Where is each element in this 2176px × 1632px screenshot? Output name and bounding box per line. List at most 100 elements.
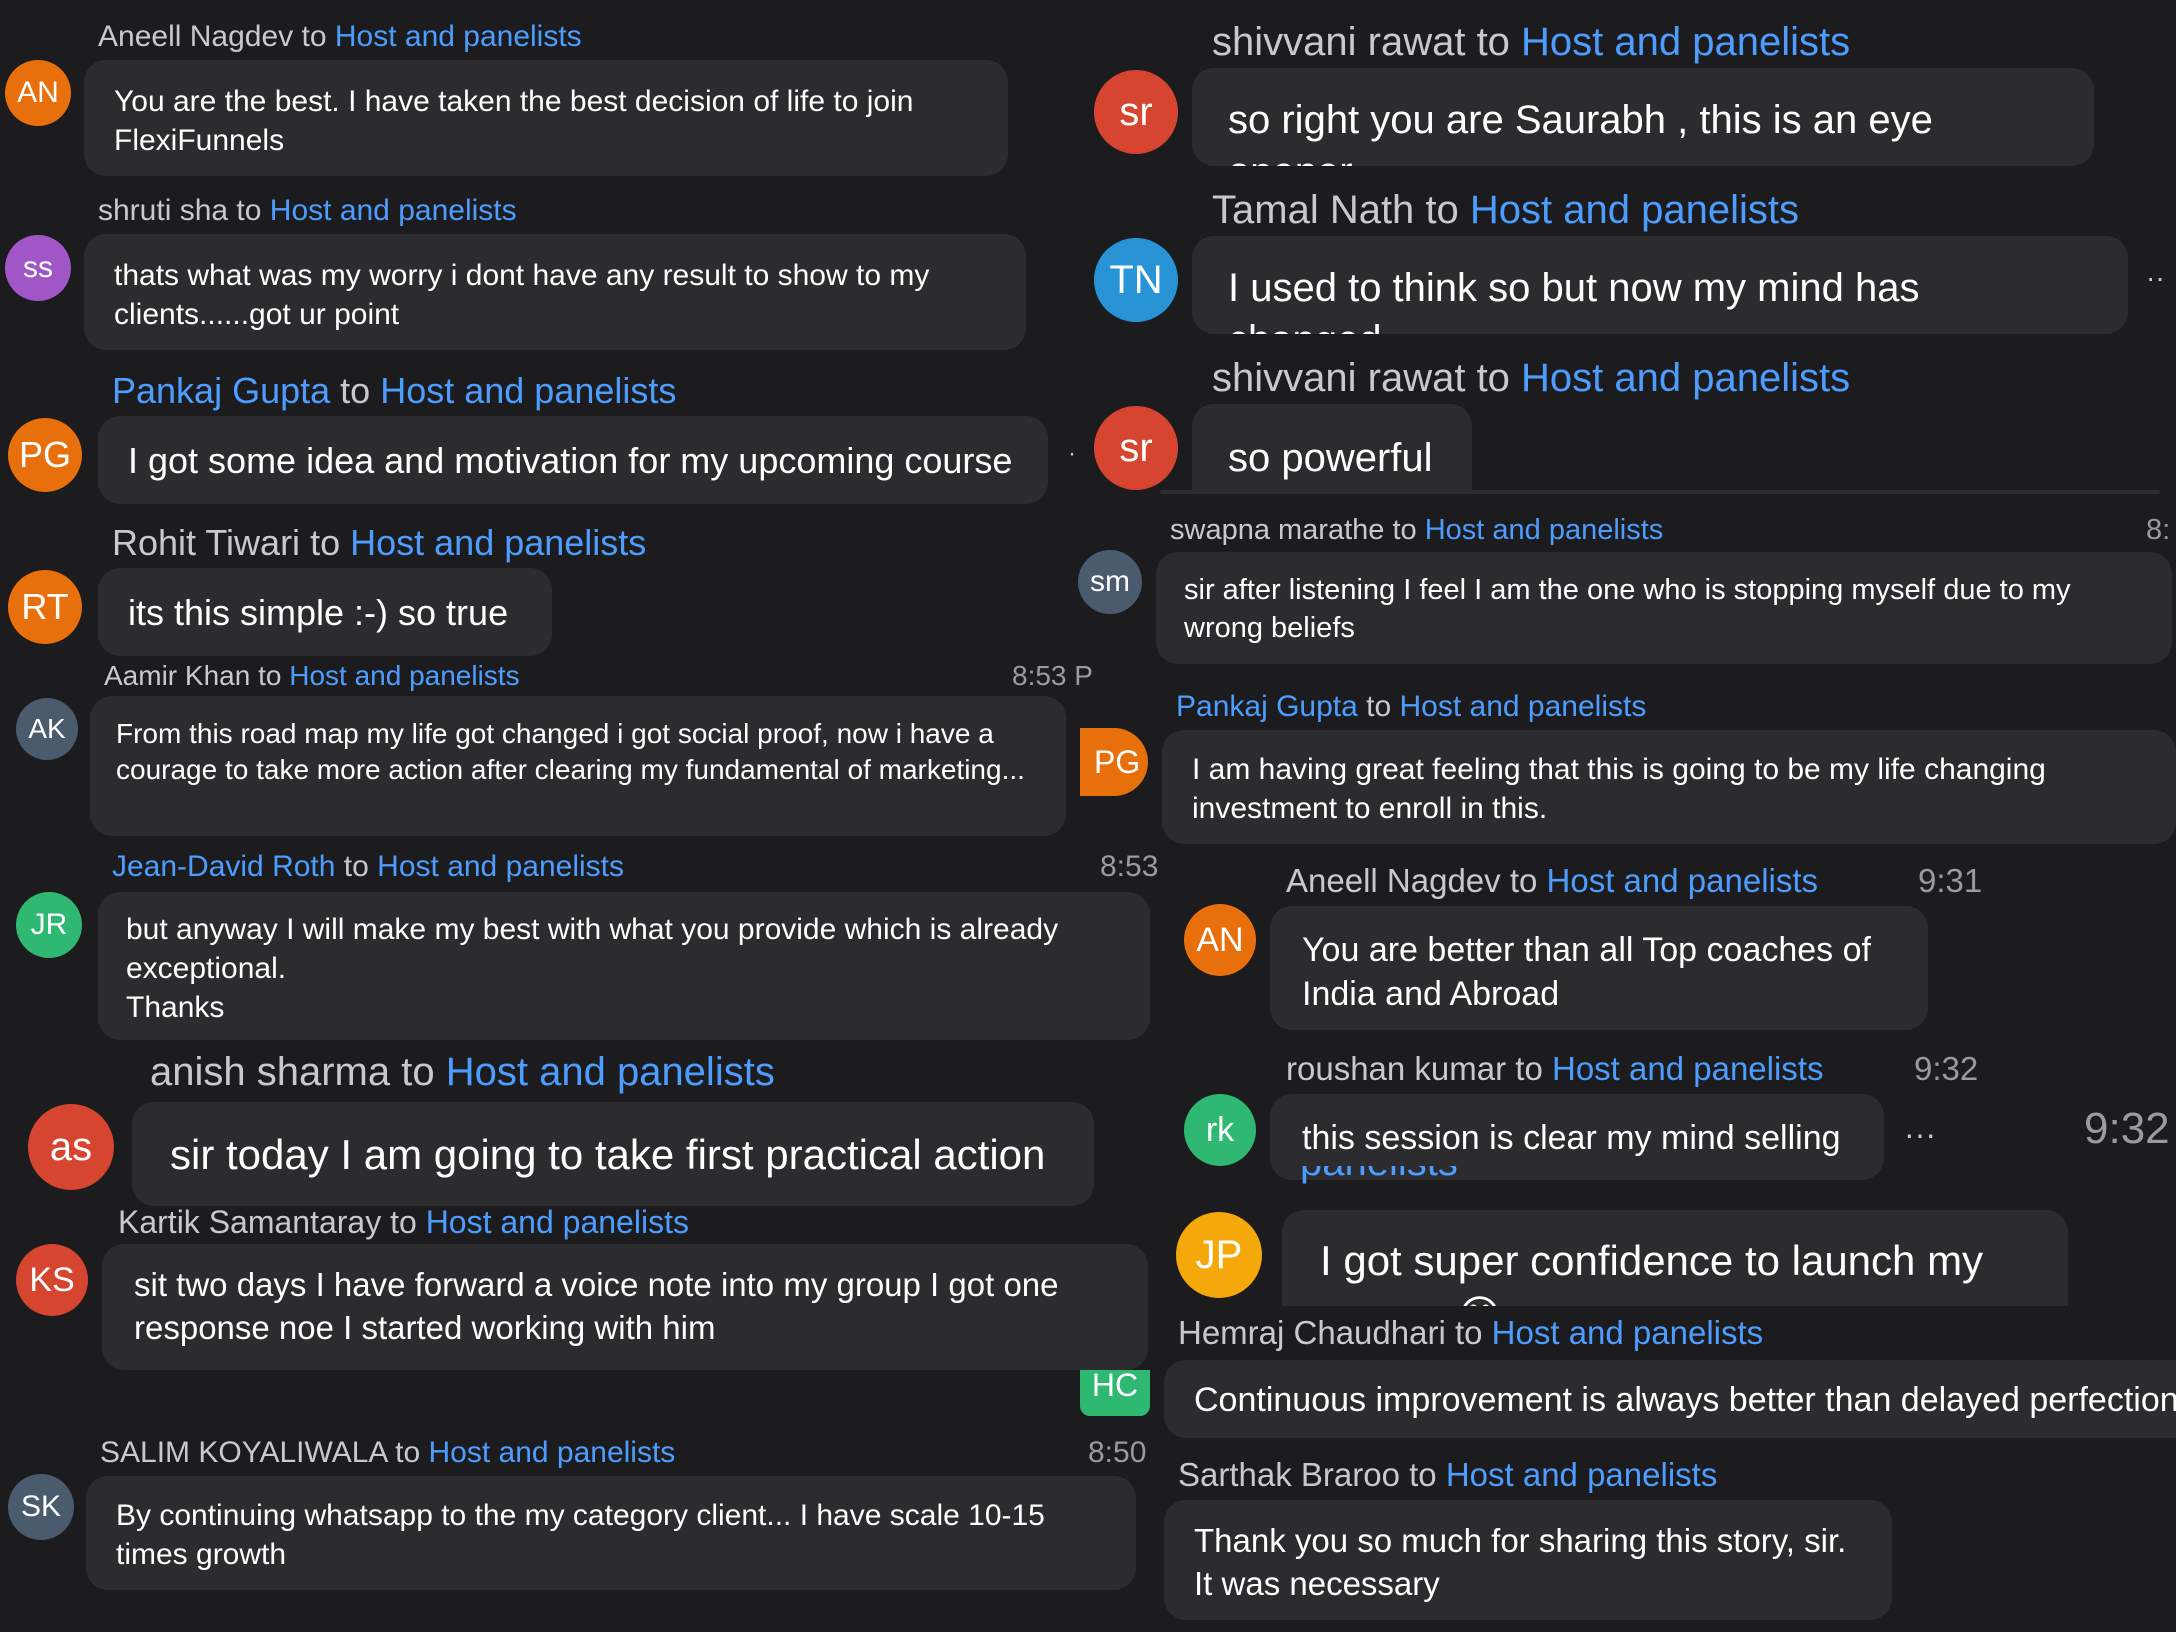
timestamp: 9:32	[1914, 1050, 1979, 1087]
message-bubble[interactable]: From this road map my life got changed i…	[90, 696, 1066, 836]
message-header: shivvani rawat to Host and panelists	[1212, 20, 1850, 65]
avatar[interactable]: PG	[8, 418, 82, 492]
recipient-link[interactable]: Host and panelists	[1470, 188, 1799, 232]
message-bubble[interactable]: I got some idea and motivation for my up…	[98, 416, 1048, 504]
to-label: to	[1425, 188, 1459, 232]
to-label: to	[395, 1436, 421, 1469]
sender-name: Sarthak Braroo	[1178, 1456, 1400, 1493]
avatar[interactable]: AK	[16, 698, 78, 760]
timestamp: 8:	[2146, 514, 2171, 546]
to-label: to	[1454, 1314, 1483, 1351]
tile-divider	[1160, 490, 2160, 494]
recipient-link[interactable]: panelists	[1300, 1166, 1458, 1184]
message-header: Hemraj Chaudhari to Host and panelists	[1178, 1314, 1763, 1352]
message-bubble[interactable]: I got super confidence to launch my cour…	[1282, 1210, 2068, 1306]
to-label: to	[1476, 356, 1510, 400]
avatar[interactable]: KS	[16, 1244, 88, 1316]
recipient-link[interactable]: Host and panelists	[1492, 1314, 1764, 1351]
avatar[interactable]: JP	[1176, 1212, 1262, 1298]
message-bubble[interactable]: sit two days I have forward a voice note…	[102, 1244, 1148, 1370]
to-label: to	[1392, 514, 1417, 546]
to-label: to	[1515, 1050, 1543, 1087]
message-bubble[interactable]: sir today I am going to take first pract…	[132, 1102, 1094, 1206]
message-bubble[interactable]: I am having great feeling that this is g…	[1162, 730, 2176, 844]
message-bubble[interactable]: By continuing whatsapp to the my categor…	[86, 1476, 1136, 1590]
recipient-link[interactable]: Host and panelists	[1521, 20, 1850, 64]
sender-name: SALIM KOYALIWALA	[100, 1436, 387, 1469]
sender-name: shruti sha	[98, 194, 229, 227]
to-label: to	[401, 1050, 435, 1094]
message-bubble[interactable]: You are the best. I have taken the best …	[84, 60, 1008, 176]
timestamp: 8:50	[1088, 1436, 1147, 1469]
recipient-link[interactable]: Host and panelists	[429, 1436, 676, 1469]
recipient-link[interactable]: Host and panelists	[380, 370, 676, 411]
message-header: Rohit Tiwari to Host and panelists	[112, 522, 646, 564]
message-bubble[interactable]: You are better than all Top coaches of I…	[1270, 906, 1928, 1030]
recipient-link[interactable]: Host and panelists	[1400, 690, 1647, 723]
message-header: roushan kumar to Host and panelists	[1286, 1050, 1823, 1088]
to-label: to	[340, 370, 371, 411]
recipient-link[interactable]: Host and panelists	[446, 1050, 775, 1094]
sender-name: roushan kumar	[1286, 1050, 1507, 1087]
sender-name: anish sharma	[150, 1050, 391, 1094]
cropped-message-tile: panelists I got super confidence to laun…	[1170, 1166, 2070, 1306]
timestamp: 8:53 P	[1012, 660, 1093, 691]
message-header: anish sharma to Host and panelists	[150, 1050, 775, 1095]
avatar[interactable]: rk	[1184, 1094, 1256, 1166]
recipient-link[interactable]: Host and panelists	[270, 194, 517, 227]
more-dots-icon[interactable]: ··	[2146, 262, 2165, 294]
recipient-link[interactable]: Host and panelists	[1552, 1050, 1824, 1087]
avatar[interactable]: SK	[8, 1474, 74, 1540]
more-dots-icon[interactable]: ·	[1068, 440, 1076, 468]
message-bubble[interactable]: thats what was my worry i dont have any …	[84, 234, 1026, 350]
avatar[interactable]: sm	[1078, 550, 1142, 614]
message-bubble[interactable]: so powerful	[1192, 404, 1472, 494]
sender-name[interactable]: Pankaj Gupta	[112, 370, 330, 411]
avatar[interactable]: HC	[1080, 1369, 1150, 1416]
recipient-link[interactable]: Host and panelists	[289, 660, 519, 691]
recipient-link[interactable]: Host and panelists	[1425, 514, 1664, 546]
avatar[interactable]: sr	[1094, 406, 1178, 490]
sender-name: shivvani rawat	[1212, 356, 1466, 400]
message-bubble[interactable]: Thank you so much for sharing this story…	[1164, 1500, 1892, 1620]
timestamp: 9:31	[1918, 862, 1983, 899]
more-dots-icon[interactable]: ···	[1904, 1116, 1936, 1153]
message-bubble[interactable]: sir after listening I feel I am the one …	[1156, 552, 2172, 664]
avatar[interactable]: AN	[5, 60, 71, 126]
avatar[interactable]: as	[28, 1104, 114, 1190]
message-header: Aneell Nagdev to Host and panelists	[98, 20, 582, 54]
message-header: panelists	[1300, 1166, 1458, 1185]
recipient-link[interactable]: Host and panelists	[350, 522, 646, 563]
recipient-link[interactable]: Host and panelists	[426, 1204, 689, 1240]
message-bubble[interactable]: Continuous improvement is always better …	[1164, 1360, 2176, 1438]
sender-name: swapna marathe	[1170, 514, 1385, 546]
message-header: Pankaj Gupta to Host and panelists	[1176, 690, 1646, 724]
recipient-link[interactable]: Host and panelists	[1547, 862, 1819, 899]
avatar[interactable]: TN	[1094, 238, 1178, 322]
avatar[interactable]: AN	[1184, 904, 1256, 976]
avatar[interactable]: JR	[16, 892, 82, 958]
sender-name: Hemraj Chaudhari	[1178, 1314, 1446, 1351]
message-header: Pankaj Gupta to Host and panelists	[112, 370, 676, 412]
message-header: SALIM KOYALIWALA to Host and panelists	[100, 1436, 675, 1470]
avatar[interactable]: RT	[8, 570, 82, 644]
to-label: to	[1409, 1456, 1437, 1493]
recipient-link[interactable]: Host and panelists	[377, 850, 624, 883]
message-header: Jean-David Roth to Host and panelists	[112, 850, 624, 884]
recipient-link[interactable]: Host and panelists	[1446, 1456, 1718, 1493]
message-bubble[interactable]: so right you are Saurabh , this is an ey…	[1192, 68, 2094, 166]
recipient-link[interactable]: Host and panelists	[335, 20, 582, 53]
avatar[interactable]: sr	[1094, 70, 1178, 154]
message-bubble[interactable]: but anyway I will make my best with what…	[98, 892, 1150, 1040]
avatar[interactable]: PG	[1080, 728, 1148, 796]
message-header: Aneell Nagdev to Host and panelists	[1286, 862, 1818, 900]
message-bubble[interactable]: I used to think so but now my mind has c…	[1192, 236, 2128, 334]
avatar[interactable]: ss	[5, 235, 71, 301]
message-header: Tamal Nath to Host and panelists	[1212, 188, 1799, 233]
sender-name: Kartik Samantaray	[118, 1204, 382, 1240]
sender-name[interactable]: Jean-David Roth	[112, 850, 335, 883]
to-label: to	[1509, 862, 1538, 899]
message-bubble[interactable]: its this simple :-) so true	[98, 568, 552, 656]
sender-name[interactable]: Pankaj Gupta	[1176, 690, 1358, 723]
recipient-link[interactable]: Host and panelists	[1521, 356, 1850, 400]
